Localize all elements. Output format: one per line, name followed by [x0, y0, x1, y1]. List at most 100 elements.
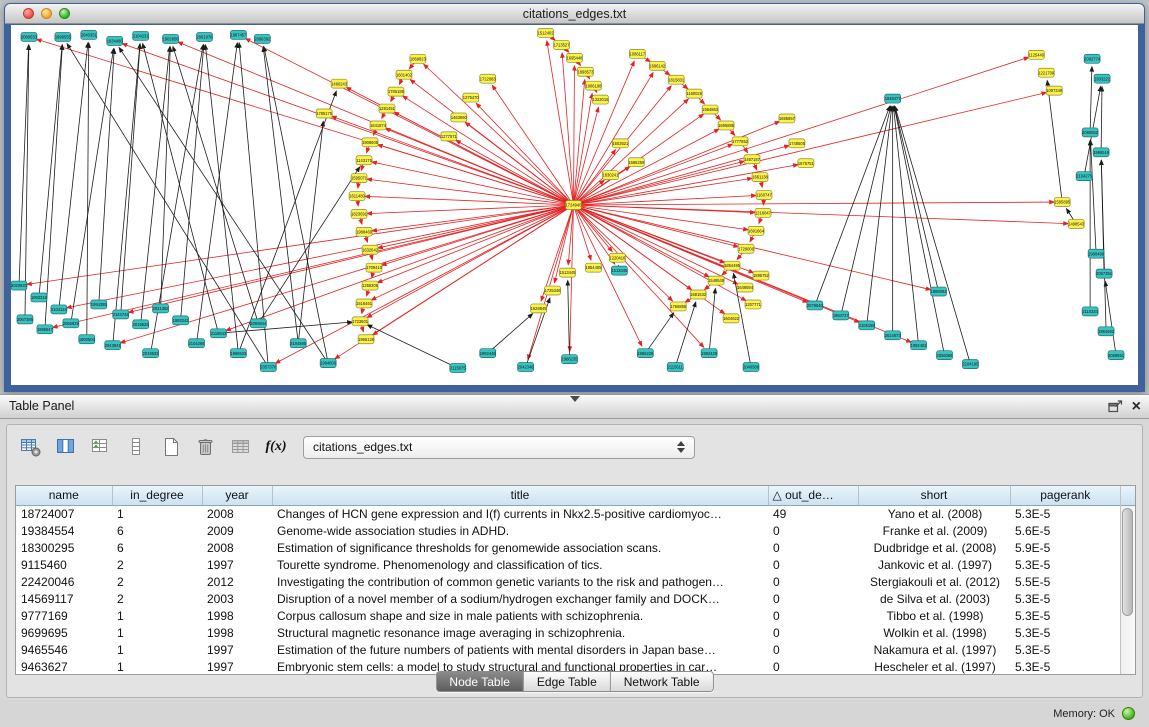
- cell-name[interactable]: 9465546: [16, 641, 112, 658]
- window-titlebar[interactable]: citations_edges.txt: [5, 4, 1144, 24]
- cell-year[interactable]: 1998: [202, 624, 272, 641]
- cell-name[interactable]: 22420046: [16, 573, 112, 590]
- graph-node[interactable]: 1992428: [701, 349, 718, 358]
- graph-node[interactable]: 1086117: [629, 49, 646, 58]
- cell-pagerank[interactable]: 5.3E-5: [1010, 641, 1120, 658]
- cell-in_degree[interactable]: 2: [112, 573, 202, 590]
- cell-name[interactable]: 18300295: [16, 539, 112, 556]
- table-row[interactable]: 1456911722003Disruption of a novel membe…: [16, 590, 1120, 607]
- column-header-3[interactable]: title: [272, 486, 768, 505]
- cell-pagerank[interactable]: 5.3E-5: [1010, 590, 1120, 607]
- cell-year[interactable]: 2009: [202, 522, 272, 539]
- cell-short[interactable]: Nakamura et al. (1997): [858, 641, 1010, 658]
- cell-year[interactable]: 2008: [202, 539, 272, 556]
- graph-node[interactable]: 1785185: [388, 87, 405, 96]
- cell-year[interactable]: 2003: [202, 590, 272, 607]
- graph-node[interactable]: 2105159: [859, 321, 876, 330]
- graph-node[interactable]: 1564863: [702, 105, 719, 114]
- cell-in_degree[interactable]: 1: [112, 624, 202, 641]
- graph-node[interactable]: 1777852: [732, 137, 749, 146]
- table-selector[interactable]: citations_edges.txt: [303, 436, 695, 459]
- graph-node[interactable]: 1695957: [779, 114, 796, 123]
- graph-node[interactable]: 1996555: [55, 32, 72, 41]
- scrollbar-thumb[interactable]: [1122, 508, 1133, 616]
- graph-node[interactable]: 1988093: [931, 287, 948, 296]
- graph-node[interactable]: 1898573: [577, 67, 594, 76]
- graph-node[interactable]: 2079840: [807, 301, 824, 310]
- graph-node[interactable]: 1628845: [531, 304, 548, 313]
- graph-node[interactable]: 2104231: [133, 31, 150, 40]
- graph-node[interactable]: 1992402: [911, 341, 928, 350]
- cell-short[interactable]: Dudbridge et al. (2008): [858, 539, 1010, 556]
- new-table-button[interactable]: [157, 433, 185, 461]
- graph-node[interactable]: 1595071: [351, 174, 368, 183]
- cell-name[interactable]: 19384554: [16, 522, 112, 539]
- cell-out_degree[interactable]: 0: [768, 590, 858, 607]
- close-panel-button[interactable]: ×: [1132, 399, 1141, 415]
- graph-node[interactable]: 1996533: [230, 349, 247, 358]
- graph-node[interactable]: 1906198: [585, 81, 602, 90]
- cell-out_degree[interactable]: 0: [768, 624, 858, 641]
- cell-out_degree[interactable]: 0: [768, 539, 858, 556]
- graph-node[interactable]: 1696142: [649, 61, 666, 70]
- cell-pagerank[interactable]: 5.3E-5: [1010, 556, 1120, 573]
- cell-pagerank[interactable]: 5.3E-5: [1010, 658, 1120, 675]
- graph-node[interactable]: 1463960: [451, 113, 468, 122]
- cell-title[interactable]: Genome-wide association studies in ADHD.: [272, 522, 768, 539]
- cell-pagerank[interactable]: 5.5E-5: [1010, 573, 1120, 590]
- graph-node[interactable]: 2066392: [254, 34, 271, 43]
- cell-short[interactable]: Franke et al. (2009): [858, 522, 1010, 539]
- graph-node[interactable]: 1984693: [1098, 327, 1115, 336]
- network-canvas[interactable]: 1724940186982316014021785185129145116418…: [11, 25, 1138, 385]
- create-column-button[interactable]: [87, 433, 115, 461]
- graph-node[interactable]: 1518461: [356, 299, 373, 308]
- cell-title[interactable]: Structural magnetic resonance image aver…: [272, 624, 768, 641]
- cell-out_degree[interactable]: 0: [768, 607, 858, 624]
- cell-out_degree[interactable]: 49: [768, 505, 858, 522]
- graph-node[interactable]: 1691664: [748, 226, 765, 235]
- graph-node[interactable]: 1460243: [331, 79, 348, 88]
- cell-pagerank[interactable]: 5.3E-5: [1010, 607, 1120, 624]
- graph-node[interactable]: 2020633: [11, 281, 28, 290]
- graph-node[interactable]: 1723601: [352, 317, 369, 326]
- table-row[interactable]: 1872400712008Changes of HCN gene express…: [16, 505, 1120, 522]
- cell-year[interactable]: 2012: [202, 573, 272, 590]
- cell-out_degree[interactable]: 0: [768, 658, 858, 675]
- cell-in_degree[interactable]: 1: [112, 641, 202, 658]
- table-row[interactable]: 969969511998Structural magnetic resonanc…: [16, 624, 1120, 641]
- graph-node[interactable]: 1895752: [753, 271, 770, 280]
- graph-node[interactable]: 2104195: [962, 360, 979, 369]
- graph-node[interactable]: 1632642: [362, 245, 379, 254]
- graph-node[interactable]: 2040351: [81, 30, 98, 39]
- graph-node[interactable]: 1984737: [833, 311, 850, 320]
- cell-title[interactable]: Disruption of a novel member of a sodium…: [272, 590, 768, 607]
- graph-node[interactable]: 1934486: [107, 36, 124, 45]
- cell-title[interactable]: Corpus callosum shape and size in male p…: [272, 607, 768, 624]
- graph-node[interactable]: 2115611: [667, 363, 683, 372]
- graph-node[interactable]: 1256306: [362, 281, 379, 290]
- import-table-button[interactable]: [227, 433, 255, 461]
- cell-year[interactable]: 1998: [202, 607, 272, 624]
- graph-node[interactable]: 2055829: [63, 319, 80, 328]
- graph-node[interactable]: 2019532: [143, 349, 160, 358]
- graph-node[interactable]: 1984606: [320, 359, 337, 368]
- tab-node-table[interactable]: Node Table: [436, 672, 524, 691]
- graph-node[interactable]: 1830241: [602, 171, 619, 180]
- graph-node[interactable]: 1722083: [480, 74, 497, 83]
- cell-name[interactable]: 9699695: [16, 624, 112, 641]
- cell-name[interactable]: 14569117: [16, 590, 112, 607]
- graph-node[interactable]: 1992446: [480, 349, 497, 358]
- graph-node[interactable]: 1869823: [410, 54, 427, 63]
- cell-pagerank[interactable]: 5.3E-5: [1010, 624, 1120, 641]
- delete-table-button[interactable]: [192, 433, 220, 461]
- graph-node[interactable]: 1097349: [1046, 86, 1063, 95]
- cell-in_degree[interactable]: 6: [112, 539, 202, 556]
- cell-in_degree[interactable]: 2: [112, 590, 202, 607]
- cell-pagerank[interactable]: 5.6E-5: [1010, 522, 1120, 539]
- graph-node[interactable]: 1815831: [668, 75, 685, 84]
- cell-pagerank[interactable]: 5.9E-5: [1010, 539, 1120, 556]
- tab-edge-table[interactable]: Edge Table: [524, 672, 611, 691]
- graph-node[interactable]: 1986235: [562, 355, 579, 364]
- cell-short[interactable]: Hescheler et al. (1997): [858, 658, 1010, 675]
- graph-node[interactable]: 2021362: [153, 304, 170, 313]
